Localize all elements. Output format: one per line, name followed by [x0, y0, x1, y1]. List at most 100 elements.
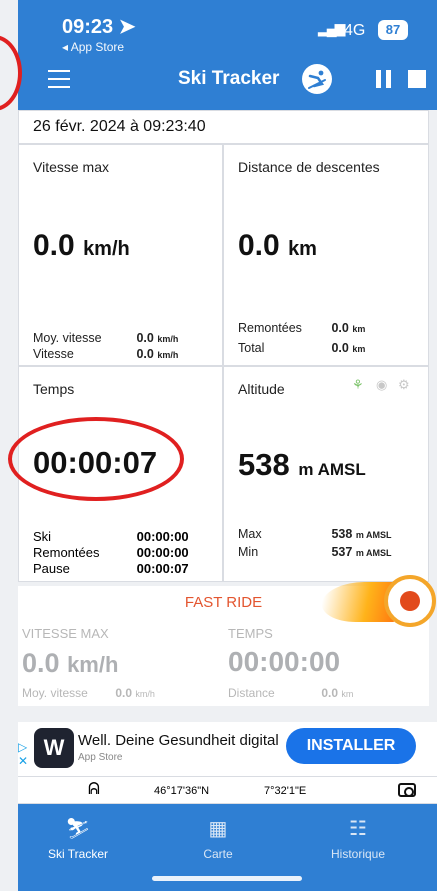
- card-speed-value: 0.0 km/h: [33, 229, 130, 263]
- location-arrow-icon: ➤: [118, 16, 136, 38]
- app-header: 09:23 ➤ ◂ App Store ▂▄▆ 4G 87 Ski Tracke…: [18, 0, 437, 110]
- row-unit: m AMSL: [355, 548, 392, 558]
- distance-row-total: Total 0.0 km: [238, 341, 418, 355]
- time-row-pause: Pause 00:00:07: [33, 561, 189, 576]
- longitude: 7°32'1"E: [264, 785, 307, 797]
- card-speed-title: Vitesse max: [33, 159, 109, 175]
- altitude-unit: m AMSL: [298, 460, 366, 479]
- row-value: 0.0: [136, 331, 154, 345]
- row-label: Remontées: [33, 545, 100, 560]
- row-label: Max: [238, 527, 262, 541]
- row-value: 00:00:07: [136, 561, 189, 576]
- distance-row-lifts: Remontées 0.0 km: [238, 321, 418, 335]
- row-value: 0.0: [136, 347, 154, 361]
- fast-foot-right-value: 0.0: [321, 686, 339, 700]
- fast-left-value: 0.0 km/h: [22, 648, 118, 679]
- fast-foot-right-label: Distance: [228, 686, 275, 700]
- row-label: Ski: [33, 529, 52, 544]
- latitude: 46°17'36"N: [154, 785, 210, 797]
- row-label: Moy. vitesse: [33, 331, 102, 345]
- session-date: 26 févr. 2024 à 09:23:40: [18, 110, 429, 144]
- app-title: Ski Tracker: [178, 68, 280, 89]
- altitude-row-min: Min 537 m AMSL: [238, 545, 428, 559]
- network-label: 4G: [344, 22, 366, 39]
- card-altitude-title: Altitude: [238, 381, 285, 397]
- signal-icon: ▂▄▆: [318, 20, 345, 36]
- fast-left-label: VITESSE MAX: [22, 626, 109, 641]
- battery-indicator: 87: [378, 20, 408, 40]
- fast-left-unit: km/h: [67, 652, 119, 677]
- time-row-lifts: Remontées 00:00:00: [33, 545, 189, 560]
- tab-label: Ski Tracker: [47, 847, 108, 861]
- fast-foot-left: Moy. vitesse 0.0 km/h: [22, 686, 155, 700]
- share-icon[interactable]: ᕱ: [88, 781, 100, 799]
- row-label: Min: [238, 545, 259, 559]
- back-to-app-store-link[interactable]: ◂ App Store: [62, 40, 124, 54]
- altitude-row-max: Max 538 m AMSL: [238, 527, 428, 541]
- card-distance-value: 0.0 km: [238, 229, 317, 263]
- record-button[interactable]: [384, 575, 436, 627]
- row-unit: km/h: [157, 350, 179, 360]
- pause-button[interactable]: [376, 70, 392, 88]
- ad-subtitle: App Store: [78, 752, 123, 763]
- coordinates-bar: ᕱ 46°17'36"N 7°32'1"E: [18, 776, 437, 804]
- card-speed: Vitesse max 0.0 km/h Moy. vitesse 0.0 km…: [18, 144, 223, 366]
- altitude-number: 538: [238, 447, 290, 482]
- tab-historique[interactable]: ☷ Historique: [298, 816, 418, 861]
- camera-icon[interactable]: [398, 783, 416, 797]
- home-indicator: [152, 876, 302, 881]
- skier-tab-icon: ⛷: [65, 818, 91, 840]
- distance-unit: km: [288, 238, 317, 260]
- ad-title: Well. Deine Gesundheit digital: [78, 732, 279, 749]
- map-icon: ▦: [208, 818, 228, 840]
- settings-gear-icon[interactable]: ⚙: [398, 377, 410, 393]
- row-unit: m AMSL: [355, 530, 392, 540]
- row-value: 0.0: [331, 341, 349, 355]
- fast-right-label: TEMPS: [228, 626, 273, 641]
- row-value: 538: [331, 527, 353, 541]
- fast-foot-left-unit: km/h: [135, 689, 155, 699]
- distance-number: 0.0: [238, 229, 280, 262]
- gps-signal-icon: ⚘: [352, 377, 364, 392]
- row-unit: km: [352, 344, 366, 354]
- status-time-text: 09:23: [62, 16, 114, 38]
- row-label: Remontées: [238, 321, 302, 335]
- annotation-circle: [8, 417, 184, 501]
- row-value: 537: [331, 545, 353, 559]
- fast-foot-right: Distance 0.0 km: [228, 686, 353, 700]
- speed-row-current: Vitesse 0.0 km/h: [33, 347, 213, 361]
- fast-foot-left-label: Moy. vitesse: [22, 686, 88, 700]
- card-distance: Distance de descentes 0.0 km Remontées 0…: [223, 144, 429, 366]
- row-unit: km/h: [157, 334, 179, 344]
- app-screen: 09:23 ➤ ◂ App Store ▂▄▆ 4G 87 Ski Tracke…: [0, 0, 437, 891]
- row-value: 00:00:00: [136, 529, 189, 544]
- card-distance-title: Distance de descentes: [238, 159, 380, 175]
- ad-choices-icon[interactable]: ▷ ✕: [18, 740, 28, 768]
- menu-icon[interactable]: [48, 70, 70, 88]
- ad-install-button[interactable]: INSTALLER: [286, 728, 416, 764]
- row-value: 0.0: [331, 321, 349, 335]
- card-time-title: Temps: [33, 381, 75, 397]
- ad-banner[interactable]: ▷ ✕ W Well. Deine Gesundheit digital App …: [18, 722, 437, 782]
- card-altitude: Altitude ⚘ ◉ ⚙ 538 m AMSL Max 538 m AMSL…: [223, 366, 429, 582]
- row-value: 00:00:00: [136, 545, 189, 560]
- fast-foot-left-value: 0.0: [115, 686, 133, 700]
- speed-row-avg: Moy. vitesse 0.0 km/h: [33, 331, 213, 345]
- speed-unit: km/h: [83, 238, 130, 260]
- location-pin-icon: ◉: [376, 377, 388, 392]
- ad-app-logo: W: [34, 728, 74, 768]
- tab-carte[interactable]: ▦ Carte: [158, 816, 278, 861]
- skier-icon: [302, 64, 332, 94]
- fast-foot-right-unit: km: [341, 689, 354, 699]
- row-unit: km: [352, 324, 366, 334]
- tab-ski-tracker[interactable]: ⛷ Ski Tracker: [18, 816, 138, 861]
- row-label: Total: [238, 341, 265, 355]
- stop-button[interactable]: [408, 70, 426, 88]
- status-time: 09:23 ➤: [62, 14, 135, 39]
- fast-left-number: 0.0: [22, 648, 60, 678]
- row-label: Vitesse: [33, 347, 74, 361]
- speed-number: 0.0: [33, 229, 75, 262]
- card-altitude-value: 538 m AMSL: [238, 447, 366, 483]
- tab-label: Carte: [203, 847, 233, 861]
- tab-label: Historique: [330, 847, 386, 861]
